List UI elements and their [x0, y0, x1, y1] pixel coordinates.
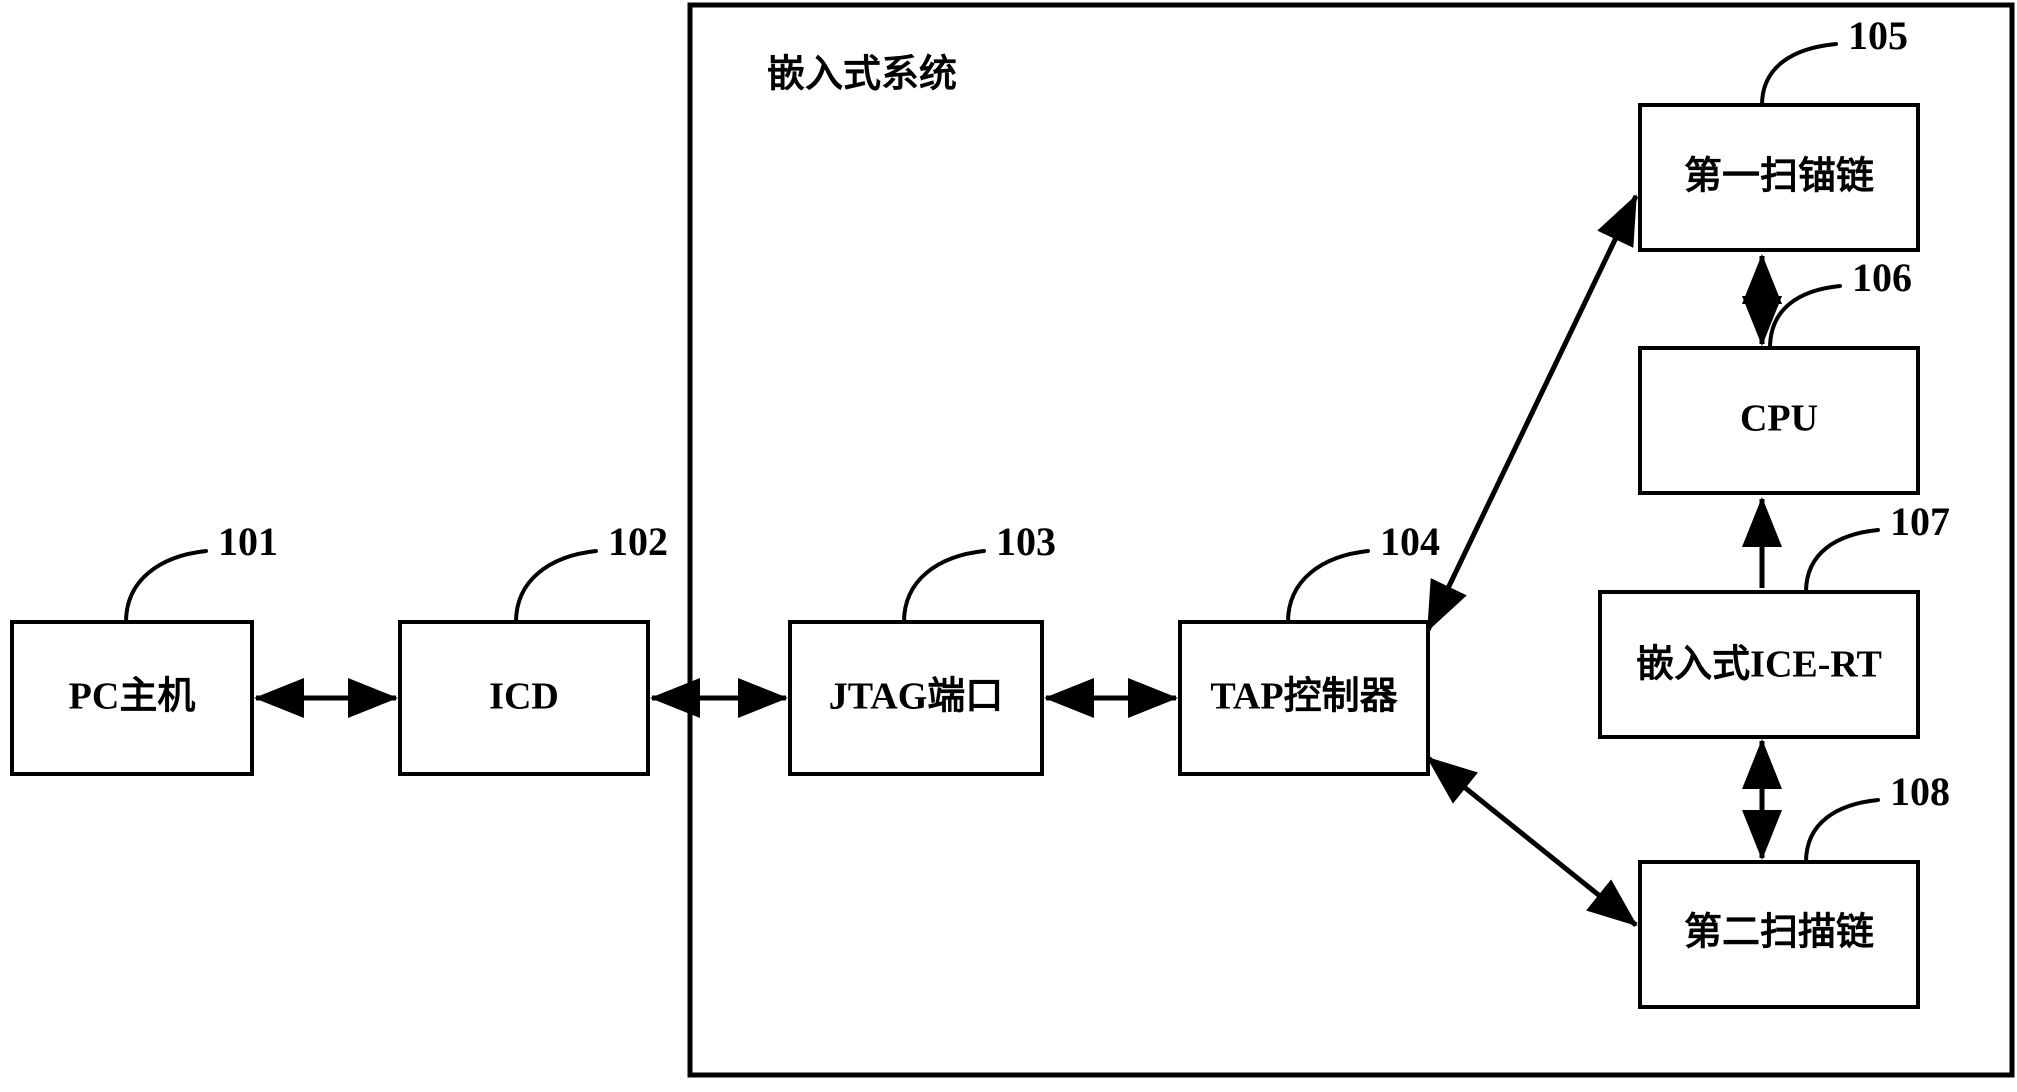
ref-number-105: 105 — [1848, 13, 1908, 58]
block-second-scan-chain[interactable]: 第二扫描链 — [1638, 860, 1920, 1009]
block-first-scan-chain[interactable]: 第一扫锚链 — [1638, 103, 1920, 252]
ref-number-103: 103 — [996, 519, 1056, 564]
ref-marker-105: 105 — [1760, 13, 1908, 107]
block-jtag-port[interactable]: JTAG端口 — [788, 620, 1044, 776]
block-embedded-ice-rt[interactable]: 嵌入式ICE-RT — [1598, 590, 1920, 739]
connector-tap-controller-to-second-scan-chain — [1426, 756, 1638, 927]
block-diagram-svg: 嵌入式系统 PC主机 101 ICD 102 JTAG端口 103 TAP控制器… — [10, 2, 2015, 1078]
ref-marker-101: 101 — [124, 519, 278, 624]
block-tap-controller-label: TAP控制器 — [1210, 676, 1398, 718]
ref-marker-107: 107 — [1804, 499, 1950, 594]
ref-marker-104: 104 — [1286, 519, 1440, 624]
ref-marker-106: 106 — [1768, 255, 1912, 350]
block-icd[interactable]: ICD — [398, 620, 650, 776]
ref-marker-102: 102 — [514, 519, 668, 624]
block-icd-label: ICD — [489, 676, 559, 718]
ref-number-102: 102 — [608, 519, 668, 564]
block-second-scan-chain-label: 第二扫描链 — [1684, 912, 1874, 954]
block-jtag-port-label: JTAG端口 — [829, 676, 1004, 718]
ref-marker-103: 103 — [902, 519, 1056, 624]
block-embedded-ice-rt-label: 嵌入式ICE-RT — [1636, 644, 1882, 686]
ref-number-104: 104 — [1380, 519, 1440, 564]
block-pc-host[interactable]: PC主机 — [10, 620, 254, 776]
embedded-system-frame-label: 嵌入式系统 — [767, 54, 957, 96]
ref-number-106: 106 — [1852, 255, 1912, 300]
block-pc-host-label: PC主机 — [69, 676, 196, 718]
ref-number-107: 107 — [1890, 499, 1950, 544]
ref-marker-108: 108 — [1804, 769, 1950, 864]
ref-number-101: 101 — [218, 519, 278, 564]
block-cpu-label: CPU — [1740, 398, 1818, 440]
block-tap-controller[interactable]: TAP控制器 — [1178, 620, 1430, 776]
block-first-scan-chain-label: 第一扫锚链 — [1684, 156, 1874, 198]
block-cpu[interactable]: CPU — [1638, 346, 1920, 495]
diagram-canvas: 嵌入式系统 PC主机 101 ICD 102 JTAG端口 103 TAP控制器… — [0, 0, 2017, 1092]
ref-number-108: 108 — [1890, 769, 1950, 814]
connector-tap-controller-to-first-scan-chain — [1425, 194, 1639, 632]
